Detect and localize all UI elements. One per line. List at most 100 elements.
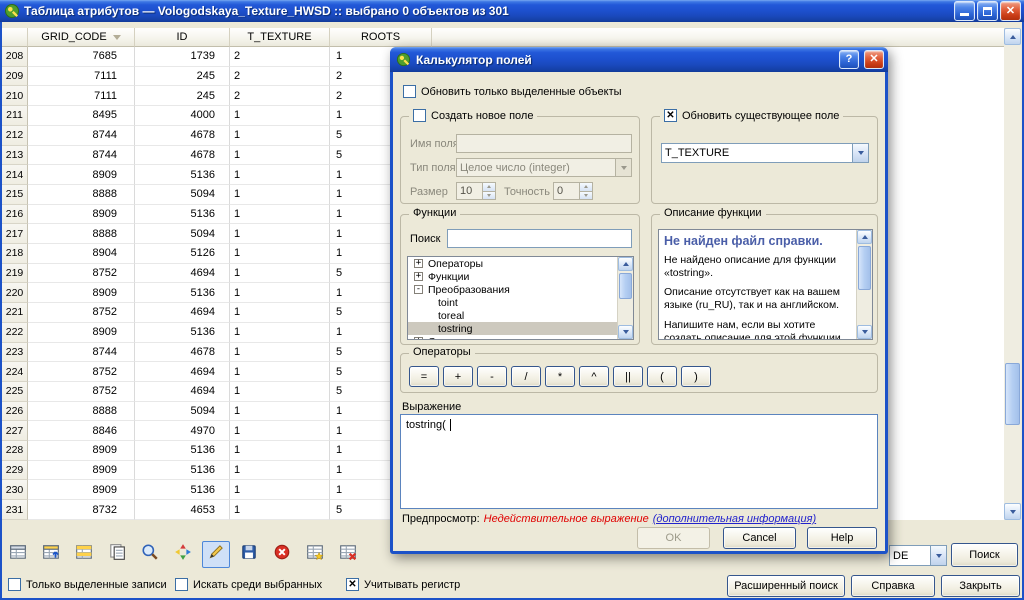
table-cell[interactable]: 1 — [230, 343, 330, 363]
table-cell[interactable]: 5094 — [135, 224, 230, 244]
row-number[interactable]: 215 — [2, 185, 28, 205]
checkbox-box[interactable] — [413, 109, 426, 122]
table-cell[interactable]: 5126 — [135, 244, 230, 264]
tree-vscrollbar[interactable] — [617, 257, 633, 339]
operator-button[interactable]: ) — [681, 366, 711, 387]
scroll-down-button[interactable] — [618, 325, 633, 339]
scroll-up-button[interactable] — [857, 230, 872, 244]
footer-checkbox[interactable]: Искать среди выбранных — [175, 578, 322, 591]
table-cell[interactable]: 8888 — [28, 224, 135, 244]
row-number[interactable]: 222 — [2, 323, 28, 343]
tree-expander-icon[interactable]: + — [414, 337, 423, 340]
table-corner-button[interactable] — [2, 28, 28, 47]
table-cell[interactable]: 5094 — [135, 402, 230, 422]
close-window-button[interactable]: Закрыть — [941, 575, 1020, 597]
tree-expander-icon[interactable]: - — [414, 285, 423, 294]
table-cell[interactable]: 5094 — [135, 185, 230, 205]
zoom-to-selected-button[interactable] — [136, 541, 164, 568]
row-number[interactable]: 223 — [2, 343, 28, 363]
table-cell[interactable]: 1 — [230, 244, 330, 264]
operator-button[interactable]: - — [477, 366, 507, 387]
existing-field-combo[interactable]: T_TEXTURE — [661, 143, 869, 163]
operator-button[interactable]: || — [613, 366, 643, 387]
function-tree-item[interactable]: tostring — [408, 322, 633, 335]
table-cell[interactable]: 1 — [230, 185, 330, 205]
table-cell[interactable]: 4694 — [135, 303, 230, 323]
table-cell[interactable]: 5136 — [135, 441, 230, 461]
table-cell[interactable]: 4000 — [135, 106, 230, 126]
table-cell[interactable]: 7111 — [28, 86, 135, 106]
spinner-buttons[interactable] — [482, 183, 495, 199]
row-number[interactable]: 230 — [2, 480, 28, 500]
checkbox-box-checked[interactable]: ✕ — [664, 109, 677, 122]
unselect-all-button[interactable] — [4, 541, 32, 568]
operator-button[interactable]: ^ — [579, 366, 609, 387]
table-cell[interactable]: 8744 — [28, 343, 135, 363]
row-number[interactable]: 210 — [2, 86, 28, 106]
description-vscrollbar[interactable] — [856, 230, 872, 339]
function-search-input[interactable] — [447, 229, 632, 248]
table-cell[interactable]: 1 — [230, 323, 330, 343]
row-number[interactable]: 228 — [2, 441, 28, 461]
row-number[interactable]: 217 — [2, 224, 28, 244]
table-cell[interactable]: 1 — [230, 382, 330, 402]
table-cell[interactable]: 8846 — [28, 421, 135, 441]
row-number[interactable]: 216 — [2, 205, 28, 225]
tree-expander-icon[interactable]: + — [414, 272, 423, 281]
table-cell[interactable]: 1 — [230, 402, 330, 422]
table-cell[interactable]: 8744 — [28, 126, 135, 146]
table-cell[interactable]: 4678 — [135, 343, 230, 363]
row-number[interactable]: 225 — [2, 382, 28, 402]
table-cell[interactable]: 1 — [230, 303, 330, 323]
row-number[interactable]: 220 — [2, 283, 28, 303]
operator-button[interactable]: + — [443, 366, 473, 387]
row-number[interactable]: 212 — [2, 126, 28, 146]
row-number[interactable]: 211 — [2, 106, 28, 126]
tree-expander-icon[interactable]: + — [414, 259, 423, 268]
preview-more-info-link[interactable]: (дополнительная информация) — [653, 513, 816, 525]
table-cell[interactable]: 8495 — [28, 106, 135, 126]
table-cell[interactable]: 245 — [135, 67, 230, 87]
column-header-grid-code[interactable]: GRID_CODE — [28, 28, 135, 47]
spinner-buttons[interactable] — [579, 183, 592, 199]
table-cell[interactable]: 5136 — [135, 283, 230, 303]
row-number[interactable]: 213 — [2, 146, 28, 166]
table-cell[interactable]: 1 — [230, 461, 330, 481]
table-cell[interactable]: 245 — [135, 86, 230, 106]
table-cell[interactable]: 4694 — [135, 382, 230, 402]
table-cell[interactable]: 1 — [230, 480, 330, 500]
table-cell[interactable]: 8909 — [28, 480, 135, 500]
advanced-search-button[interactable]: Расширенный поиск — [727, 575, 845, 597]
table-cell[interactable]: 5136 — [135, 323, 230, 343]
selected-to-top-button[interactable] — [37, 541, 65, 568]
table-cell[interactable]: 4678 — [135, 146, 230, 166]
dialog-help-button[interactable]: ? — [839, 50, 859, 69]
scroll-down-button[interactable] — [1004, 503, 1021, 520]
operator-button[interactable]: / — [511, 366, 541, 387]
table-cell[interactable]: 5136 — [135, 480, 230, 500]
row-number[interactable]: 229 — [2, 461, 28, 481]
table-cell[interactable]: 8888 — [28, 185, 135, 205]
search-column-combo[interactable]: DE — [889, 545, 947, 566]
row-number[interactable]: 209 — [2, 67, 28, 87]
function-tree-item[interactable]: toreal — [408, 309, 633, 322]
function-tree-item[interactable]: +Строковые — [408, 335, 633, 340]
checkbox-box[interactable] — [175, 578, 188, 591]
table-cell[interactable]: 7111 — [28, 67, 135, 87]
table-cell[interactable]: 5136 — [135, 461, 230, 481]
operator-button[interactable]: ( — [647, 366, 677, 387]
row-number[interactable]: 224 — [2, 362, 28, 382]
function-tree-item[interactable]: +Операторы — [408, 257, 633, 270]
table-cell[interactable]: 8744 — [28, 146, 135, 166]
search-button[interactable]: Поиск — [951, 543, 1018, 567]
table-cell[interactable]: 1 — [230, 165, 330, 185]
cancel-button[interactable]: Cancel — [723, 527, 796, 549]
table-cell[interactable]: 1739 — [135, 47, 230, 67]
table-cell[interactable]: 8732 — [28, 500, 135, 520]
checkbox-box[interactable]: ✕ — [346, 578, 359, 591]
table-cell[interactable]: 1 — [230, 146, 330, 166]
table-cell[interactable]: 7685 — [28, 47, 135, 67]
table-cell[interactable]: 4678 — [135, 126, 230, 146]
table-cell[interactable]: 1 — [230, 106, 330, 126]
field-type-combo[interactable]: Целое число (integer) — [456, 158, 632, 177]
